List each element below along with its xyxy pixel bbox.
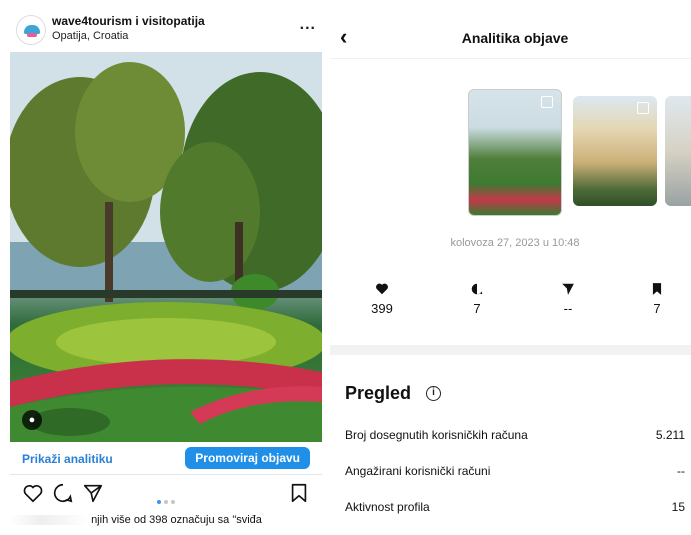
comment-icon bbox=[471, 283, 483, 295]
blurred-name bbox=[10, 515, 88, 526]
post-actions bbox=[10, 480, 322, 508]
metric-value: 5.211 bbox=[655, 428, 685, 442]
page-title: Analitika objave bbox=[461, 30, 569, 46]
metric-label: Aktivnost profila bbox=[345, 500, 430, 514]
multi-post-icon bbox=[541, 96, 553, 108]
heart-icon bbox=[376, 283, 388, 295]
view-insights-link[interactable]: Prikaži analitiku bbox=[22, 452, 113, 466]
divider bbox=[10, 474, 322, 475]
divider bbox=[330, 58, 691, 59]
stat-comments: 7 bbox=[447, 281, 507, 316]
section-divider bbox=[330, 345, 691, 355]
avatar[interactable] bbox=[16, 15, 46, 45]
bookmark-icon bbox=[652, 283, 662, 295]
stat-value: 7 bbox=[653, 301, 661, 316]
likes-summary[interactable]: njih više od 398 označuju sa "sviđa bbox=[10, 514, 322, 534]
post-date: kolovoza 27, 2023 u 10:48 bbox=[450, 237, 580, 249]
stat-value: -- bbox=[563, 301, 573, 316]
metric-value: 15 bbox=[671, 500, 685, 514]
metric-row[interactable]: Broj dosegnutih korisničkih računa 5.211 bbox=[345, 428, 685, 448]
share-icon[interactable] bbox=[82, 482, 104, 504]
post-location[interactable]: Opatija, Croatia bbox=[52, 30, 128, 42]
insights-header: ‹ Analitika objave bbox=[330, 22, 691, 56]
promote-post-button[interactable]: Promoviraj objavu bbox=[185, 447, 310, 469]
post-username[interactable]: wave4tourism i visitopatija bbox=[52, 14, 205, 28]
metric-label: Broj dosegnutih korisničkih računa bbox=[345, 428, 528, 442]
stat-shares: -- bbox=[538, 281, 598, 316]
stat-value: 7 bbox=[473, 301, 481, 316]
bookmark-icon[interactable] bbox=[288, 482, 310, 504]
insights-bar: Prikaži analitiku Promoviraj objavu bbox=[10, 445, 322, 473]
heart-icon[interactable] bbox=[22, 482, 44, 504]
metric-row[interactable]: Angažirani korisnički računi -- bbox=[345, 464, 685, 484]
info-icon[interactable]: i bbox=[426, 386, 441, 401]
multi-post-icon bbox=[637, 102, 649, 114]
stat-likes: 399 bbox=[352, 281, 412, 316]
post-photo[interactable]: ● bbox=[10, 52, 322, 442]
tagged-user-icon[interactable]: ● bbox=[22, 410, 42, 430]
garden-photo-illustration bbox=[10, 52, 322, 442]
post-panel: wave4tourism i visitopatija Opatija, Cro… bbox=[0, 0, 330, 535]
panel-gap bbox=[322, 0, 330, 535]
stat-saves: 7 bbox=[627, 281, 687, 316]
share-icon bbox=[562, 283, 574, 295]
metric-value: -- bbox=[677, 464, 685, 478]
carousel-indicator bbox=[157, 491, 178, 509]
comment-icon[interactable] bbox=[52, 482, 74, 504]
insights-panel: ‹ Analitika objave kolovoza 27, 2023 u 1… bbox=[330, 0, 691, 535]
stat-value: 399 bbox=[371, 301, 393, 316]
overview-title: Pregled bbox=[345, 383, 412, 403]
metric-row[interactable]: Aktivnost profila 15 bbox=[345, 500, 685, 520]
post-thumbnail-3[interactable] bbox=[665, 96, 691, 206]
metric-label: Angažirani korisnički računi bbox=[345, 464, 491, 478]
post-thumbnail-1[interactable] bbox=[468, 89, 562, 216]
post-header: wave4tourism i visitopatija Opatija, Cro… bbox=[10, 12, 322, 48]
likes-text: njih više od 398 označuju sa "sviđa bbox=[91, 514, 262, 526]
more-options-button[interactable]: ... bbox=[300, 16, 316, 34]
post-thumbnail-2[interactable] bbox=[573, 96, 657, 206]
